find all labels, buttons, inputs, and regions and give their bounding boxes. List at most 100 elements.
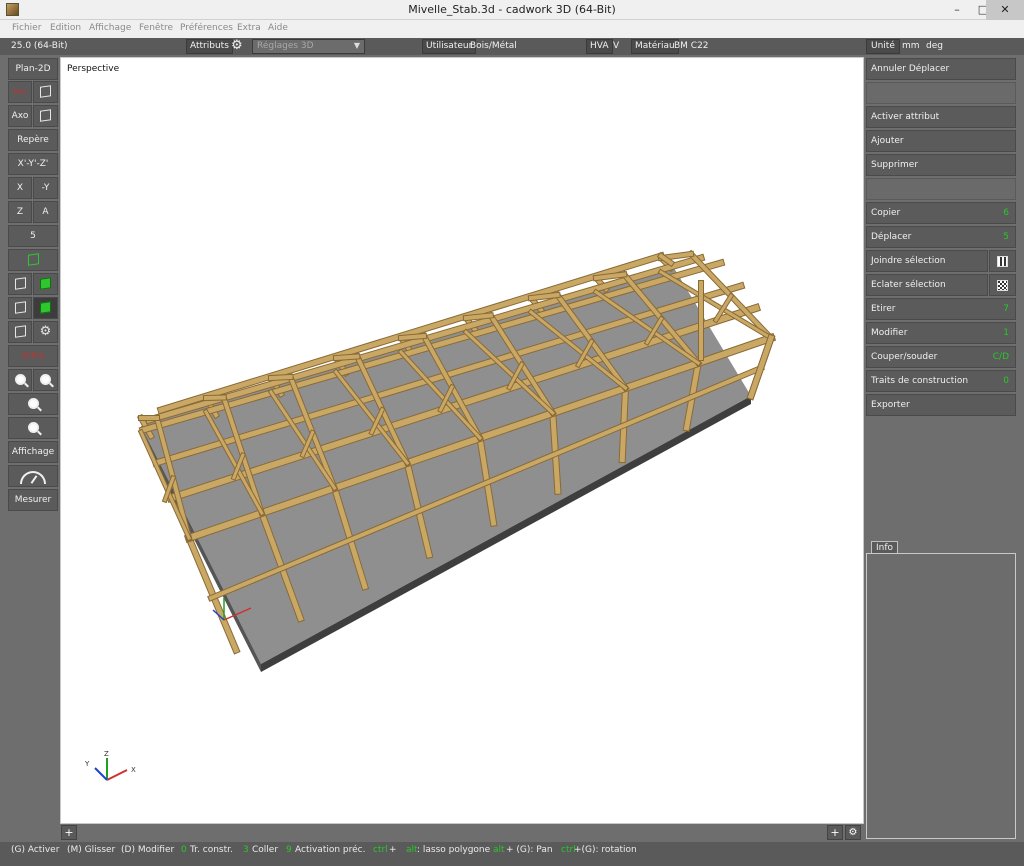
- shaded-button[interactable]: [33, 297, 58, 319]
- zoom-all-button[interactable]: [8, 417, 58, 439]
- explode-icon: [997, 280, 1008, 291]
- deplacer-button[interactable]: Déplacer 5: [866, 226, 1016, 248]
- transparent-button[interactable]: [8, 321, 32, 343]
- 3d-viewport[interactable]: Perspective XZY: [60, 57, 864, 824]
- button-label: Etirer: [871, 304, 896, 314]
- button-label: Exporter: [871, 400, 910, 410]
- view-settings-button[interactable]: ⚙: [845, 825, 861, 840]
- wireframe-button[interactable]: [8, 273, 32, 295]
- iso-button[interactable]: Iso: [8, 81, 32, 103]
- menu-edition[interactable]: Edition: [50, 23, 81, 33]
- status-coller: Coller: [252, 845, 279, 855]
- x-view-button[interactable]: X: [8, 177, 32, 199]
- ajouter-button[interactable]: Ajouter: [866, 130, 1016, 152]
- reglages-3d-value: Réglages 3D: [257, 41, 314, 51]
- zoom-in-icon: [14, 374, 26, 385]
- solid-button[interactable]: [33, 273, 58, 295]
- triad-x-axis: [106, 769, 128, 781]
- zoom-in-button[interactable]: [8, 369, 32, 391]
- supprimer-button[interactable]: Supprimer: [866, 154, 1016, 176]
- render-settings-button[interactable]: ⚙: [33, 321, 58, 343]
- affichage-button[interactable]: Affichage: [8, 441, 58, 463]
- utilisateur-button[interactable]: Utilisateur: [422, 39, 477, 54]
- materiau-button[interactable]: Matériau: [631, 39, 679, 54]
- menu-affichage[interactable]: Affichage: [89, 23, 131, 33]
- iso-cube-button[interactable]: [33, 81, 58, 103]
- shortcut-label: 0: [1003, 376, 1009, 386]
- rafter-back: [463, 313, 493, 321]
- etirer-button[interactable]: Etirer 7: [866, 298, 1016, 320]
- rotate-view-button[interactable]: [8, 249, 58, 271]
- attributs-button[interactable]: Attributs: [186, 39, 233, 54]
- copier-button[interactable]: Copier 6: [866, 202, 1016, 224]
- close-button[interactable]: ✕: [986, 0, 1024, 20]
- window-title: Mivelle_Stab.3d - cadwork 3D (64-Bit): [408, 3, 616, 16]
- modifier-button[interactable]: Modifier 1: [866, 322, 1016, 344]
- couper-souder-button[interactable]: Couper/souder C/D: [866, 346, 1016, 368]
- five-button[interactable]: 5: [8, 225, 58, 247]
- button-label: Couper/souder: [871, 352, 938, 362]
- triad-x-label: X: [131, 766, 136, 774]
- zoom-window-button[interactable]: [8, 393, 58, 415]
- unit-deg-label: deg: [926, 41, 943, 51]
- reglages-3d-select[interactable]: Réglages 3D ▼: [252, 39, 365, 54]
- rafter-back: [333, 354, 360, 361]
- activer-attribut-button[interactable]: Activer attribut: [866, 106, 1016, 128]
- z-view-button[interactable]: Z: [8, 201, 32, 223]
- hidden-cube-icon: [14, 301, 26, 314]
- rafter-back: [203, 395, 226, 401]
- joindre-icon-button[interactable]: [989, 250, 1016, 272]
- hva-button[interactable]: HVA: [586, 39, 613, 54]
- shortcut-label: 5: [1003, 232, 1009, 242]
- menu-extra[interactable]: Extra: [237, 23, 261, 33]
- plan-2d-button[interactable]: Plan-2D: [8, 58, 58, 80]
- a-view-button[interactable]: A: [33, 201, 58, 223]
- axo-button[interactable]: Axo: [8, 105, 32, 127]
- timber-frame-model[interactable]: X Z Y: [61, 58, 864, 824]
- menu-fichier[interactable]: Fichier: [12, 23, 41, 33]
- empty-slot: [866, 178, 1016, 200]
- v-label: V: [613, 41, 620, 51]
- traits-construction-button[interactable]: Traits de construction 0: [866, 370, 1016, 392]
- status-activer: (G) Activer: [11, 845, 60, 855]
- shortcut-label: C/D: [992, 352, 1009, 362]
- eclater-selection-button[interactable]: Eclater sélection: [866, 274, 988, 296]
- zoom-window-icon: [27, 398, 39, 409]
- joindre-selection-button[interactable]: Joindre sélection: [866, 250, 988, 272]
- speed-button[interactable]: [8, 465, 58, 487]
- ortho-button[interactable]: Ortho: [8, 345, 58, 367]
- menu-fenetre[interactable]: Fenêtre: [139, 23, 173, 33]
- status-pan: + (G): Pan: [506, 845, 553, 855]
- transparent-cube-icon: [14, 325, 26, 338]
- wire-cube-icon: [14, 277, 26, 290]
- button-label: Supprimer: [871, 160, 919, 170]
- zoom-all-icon: [27, 422, 39, 433]
- add-view-button[interactable]: +: [61, 825, 77, 840]
- zoom-out-button[interactable]: [33, 369, 58, 391]
- hidden-lines-button[interactable]: [8, 297, 32, 319]
- menu-aide[interactable]: Aide: [268, 23, 288, 33]
- unite-button[interactable]: Unité: [866, 39, 900, 54]
- status-alt: alt: [406, 845, 418, 855]
- gear-icon[interactable]: ⚙: [231, 38, 243, 53]
- status-key-3: 3: [243, 845, 249, 855]
- viewport-bottom-strip: + + ⚙: [60, 824, 864, 842]
- minimize-button[interactable]: –: [944, 0, 970, 20]
- status-activation: Activation préc.: [295, 845, 366, 855]
- mesurer-button[interactable]: Mesurer: [8, 489, 58, 511]
- neg-y-view-button[interactable]: -Y: [33, 177, 58, 199]
- eclater-icon-button[interactable]: [989, 274, 1016, 296]
- menu-bar: Fichier Edition Affichage Fenêtre Préfér…: [0, 20, 1024, 38]
- exporter-button[interactable]: Exporter: [866, 394, 1016, 416]
- triad-z-label: Z: [104, 750, 109, 758]
- rafter-back: [268, 374, 293, 381]
- gears-icon: ⚙: [848, 827, 858, 838]
- status-rotation: +(G): rotation: [574, 845, 637, 855]
- xyz-prime-button[interactable]: X'-Y'-Z': [8, 153, 58, 175]
- menu-preferences[interactable]: Préférences: [180, 23, 233, 33]
- axo-cube-button[interactable]: [33, 105, 58, 127]
- repere-button[interactable]: Repère: [8, 129, 58, 151]
- shaded-cube-icon: [40, 301, 51, 314]
- add-view-right-button[interactable]: +: [827, 825, 843, 840]
- annuler-deplacer-button[interactable]: Annuler Déplacer: [866, 58, 1016, 80]
